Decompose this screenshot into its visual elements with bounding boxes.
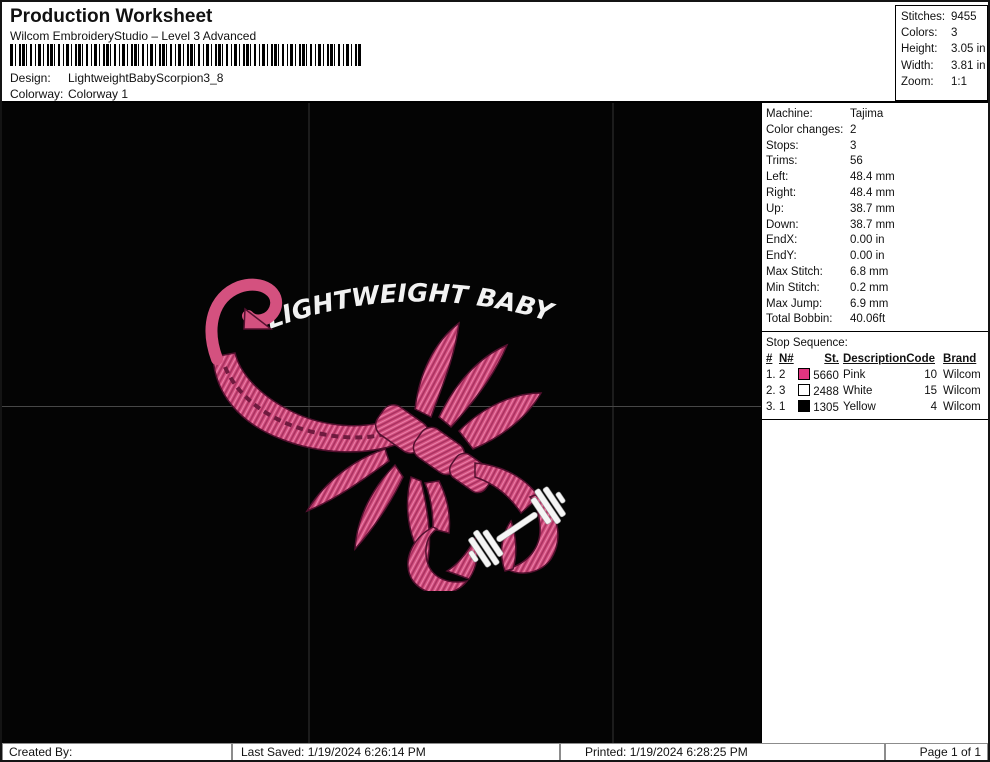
thread-swatch-pink [798,368,810,380]
stat-zoom: Zoom: 1:1 [901,74,987,90]
design-row: Design: LightweightBabyScorpion3_8 [10,71,223,85]
colorway-row: Colorway: Colorway 1 [10,87,128,101]
stat-stitches: Stitches: 9455 [901,9,987,25]
stop-sequence-section: Stop Sequence: # N# St. Description Code… [762,331,988,420]
design-label: Design: [10,71,68,85]
production-worksheet-page: Production Worksheet Wilcom EmbroiderySt… [0,0,990,762]
design-text: LIGHTWEIGHT BABY [262,278,558,334]
footer-bar: Created By: Last Saved: 1/19/2024 6:26:1… [2,743,988,761]
design-name-value: LightweightBabyScorpion3_8 [68,71,223,85]
thread-swatch-black [798,400,810,412]
embroidery-design-graphic: LIGHTWEIGHT BABY [187,271,582,591]
machine-info-list: Machine:Tajima Color changes:2 Stops:3 T… [762,103,988,331]
stop-sequence-header-row: # N# St. Description Code Brand [766,351,986,367]
table-row: 2. 3 2488 White 15 Wilcom [766,383,986,399]
design-stats-box: Stitches: 9455 Colors: 3 Height: 3.05 in… [895,5,988,101]
design-canvas: LIGHTWEIGHT BABY [2,103,761,743]
stat-width: Width: 3.81 in [901,58,987,74]
created-by-cell: Created By: [2,743,232,761]
design-barcode [10,44,362,66]
thread-swatch-white [798,384,810,396]
colorway-label: Colorway: [10,87,68,101]
page-title: Production Worksheet [10,6,212,28]
app-subtitle: Wilcom EmbroideryStudio – Level 3 Advanc… [10,29,256,43]
stop-sequence-title: Stop Sequence: [766,335,986,351]
machine-info-panel: Machine:Tajima Color changes:2 Stops:3 T… [761,103,988,743]
table-row: 1. 2 5660 Pink 10 Wilcom [766,367,986,383]
scorpion-graphic [212,285,558,591]
stop-sequence-table: # N# St. Description Code Brand 1. 2 566… [766,351,986,415]
printed-cell: Printed: 1/19/2024 6:28:25 PM [560,743,885,761]
stat-colors: Colors: 3 [901,25,987,41]
page-number-cell: Page 1 of 1 [885,743,988,761]
last-saved-cell: Last Saved: 1/19/2024 6:26:14 PM [232,743,560,761]
header: Production Worksheet Wilcom EmbroiderySt… [2,2,988,103]
grid-line-vertical-2 [612,103,614,743]
colorway-value: Colorway 1 [68,87,128,101]
table-row: 3. 1 1305 Yellow 4 Wilcom [766,399,986,415]
stat-height: Height: 3.05 in [901,41,987,57]
